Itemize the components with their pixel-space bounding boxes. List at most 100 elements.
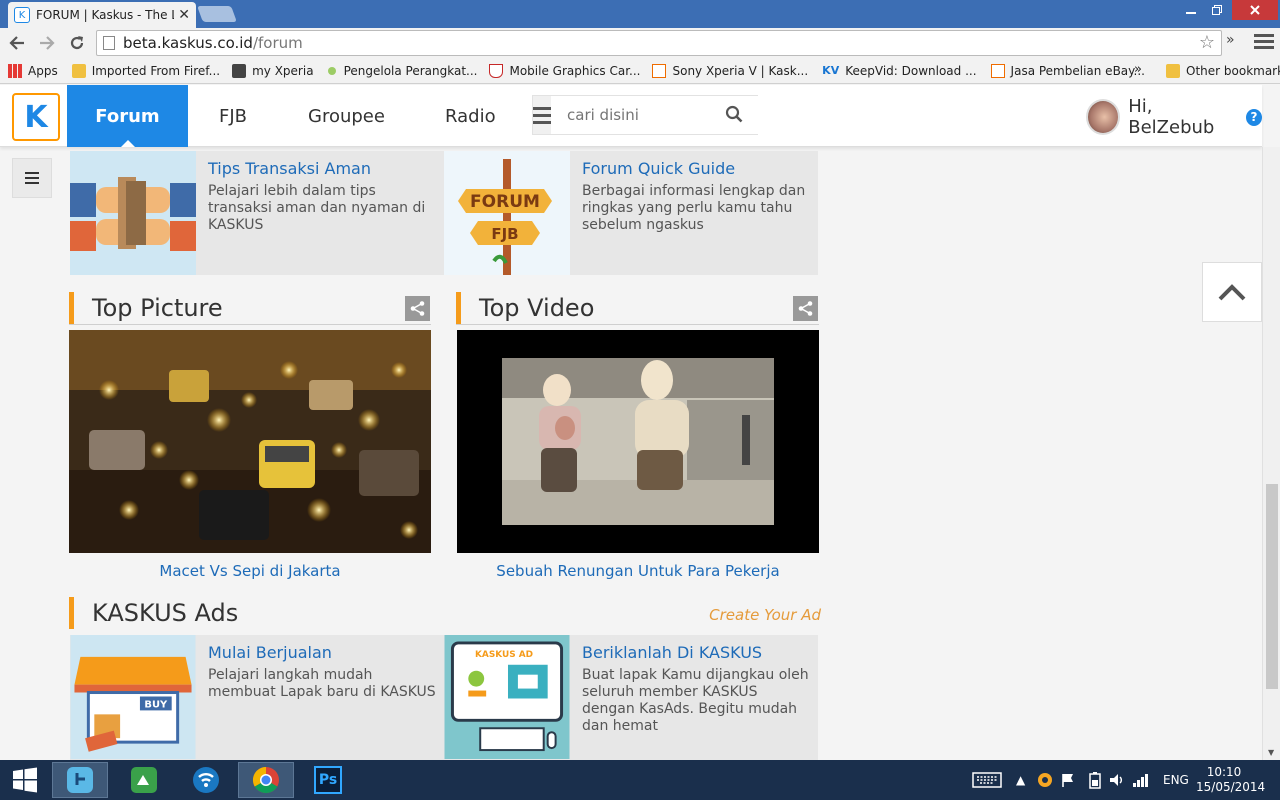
chrome-menu-icon[interactable]	[1254, 30, 1274, 52]
reload-button[interactable]	[64, 30, 90, 56]
bookmarks-overflow-button[interactable]: »	[1134, 62, 1142, 77]
card-title[interactable]: Forum Quick Guide	[582, 159, 735, 178]
scrollbar-thumb[interactable]	[1266, 484, 1278, 689]
share-glyph-icon	[798, 301, 813, 316]
bookmark-label: my Xperia	[252, 63, 314, 78]
tray-overflow-icon[interactable]: ▲	[1016, 760, 1025, 800]
section-bar	[69, 597, 74, 629]
card-beriklanlah[interactable]: KASKUS AD Beriklanlah Di KASKUS Buat lap…	[444, 635, 818, 760]
bookmark-jasa-ebay[interactable]: Jasa Pembelian eBay...	[990, 63, 1145, 78]
card-tips-transaksi[interactable]: Tips Transaksi Aman Pelajari lebih dalam…	[70, 151, 444, 275]
bookmark-imported[interactable]: Imported From Firef...	[71, 63, 220, 78]
close-window-button[interactable]	[1232, 0, 1278, 20]
battery-icon[interactable]	[1088, 760, 1102, 800]
keepvid-icon: KV	[822, 64, 840, 77]
taskbar-app-wireless[interactable]	[178, 762, 234, 798]
side-menu-button[interactable]	[12, 158, 52, 198]
bookmark-sony-xperia[interactable]: Sony Xperia V | Kask...	[652, 63, 808, 78]
flag-icon	[1062, 774, 1073, 787]
share-icon[interactable]	[405, 296, 430, 321]
bookmark-other[interactable]: Other bookmarks	[1166, 58, 1280, 84]
bookmark-keepvid[interactable]: KV KeepVid: Download ...	[822, 64, 976, 78]
extensions-overflow-button[interactable]: »	[1226, 32, 1235, 48]
share-glyph-icon	[410, 301, 425, 316]
card-mulai-berjualan[interactable]: BUY Mulai Berjualan Pelajari langkah mud…	[70, 635, 444, 760]
scroll-down-icon[interactable]: ▼	[1268, 748, 1274, 757]
nav-groupee[interactable]: Groupee	[308, 85, 385, 147]
system-clock[interactable]: 10:10 15/05/2014	[1196, 765, 1266, 795]
windows-logo-icon	[13, 767, 37, 793]
signal-bars-icon	[1133, 774, 1148, 787]
xperia-icon	[232, 63, 247, 78]
bookmark-mobile-graphics[interactable]: Mobile Graphics Car...	[489, 63, 641, 78]
chrome-icon	[252, 766, 279, 794]
create-your-ad-link[interactable]: Create Your Ad	[709, 606, 821, 624]
signpost-illustration: FORUM FJB	[444, 151, 570, 275]
page-icon	[103, 36, 115, 50]
bookmark-my-xperia[interactable]: my Xperia	[232, 63, 314, 78]
minimize-button[interactable]	[1178, 0, 1204, 20]
kaskus-icon	[652, 63, 667, 78]
bookmark-star-icon[interactable]: ☆	[1199, 32, 1215, 53]
forward-button[interactable]	[34, 30, 60, 56]
tab-title: FORUM | Kaskus - The Lar	[36, 8, 174, 22]
top-picture-image[interactable]	[69, 330, 431, 553]
new-tab-button[interactable]	[197, 6, 237, 22]
page-scrollbar[interactable]: ▼	[1262, 147, 1280, 760]
start-button[interactable]	[0, 762, 50, 798]
search-icon[interactable]	[725, 105, 743, 123]
nav-fjb[interactable]: FJB	[219, 85, 247, 147]
taskbar-touch-app[interactable]	[52, 762, 108, 798]
top-video-player[interactable]	[457, 330, 819, 553]
restore-button[interactable]	[1204, 0, 1230, 20]
arrow-right-icon	[40, 36, 55, 50]
back-button[interactable]	[4, 30, 30, 56]
browser-tab[interactable]: K FORUM | Kaskus - The Lar ✕	[8, 2, 196, 28]
site-header: K Forum FJB Groupee Radio Hi, BelZebub ?	[0, 85, 1262, 147]
taskbar-app-green[interactable]	[116, 762, 172, 798]
address-bar[interactable]: beta.kaskus.co.id/forum ☆	[96, 30, 1222, 56]
close-icon	[1250, 5, 1260, 15]
nav-radio[interactable]: Radio	[445, 85, 496, 147]
top-picture-caption[interactable]: Macet Vs Sepi di Jakarta	[69, 562, 431, 580]
section-bar	[69, 292, 74, 324]
taskbar-photoshop[interactable]: Ps	[300, 762, 356, 798]
keyboard-icon	[972, 772, 1002, 788]
section-title: Top Picture	[92, 293, 223, 322]
bookmark-label: Mobile Graphics Car...	[509, 63, 641, 78]
section-bar	[456, 292, 461, 324]
sign-forum-text: FORUM	[470, 192, 540, 212]
top-picture-header: Top Picture	[69, 291, 431, 325]
kaskus-ads-header: KASKUS Ads Create Your Ad	[69, 596, 821, 630]
card-forum-quick-guide[interactable]: FORUM FJB Forum Quick Guide Berbagai inf…	[444, 151, 818, 275]
keyboard-tray-icon[interactable]	[972, 760, 1002, 800]
top-video-caption[interactable]: Sebuah Renungan Untuk Para Pekerja	[457, 562, 819, 580]
card-title[interactable]: Beriklanlah Di KASKUS	[582, 643, 762, 662]
scroll-to-top-button[interactable]	[1202, 262, 1262, 322]
search-box	[532, 95, 761, 135]
speaker-icon	[1110, 774, 1122, 786]
share-icon[interactable]	[793, 296, 818, 321]
bookmark-apps[interactable]: Apps	[8, 63, 58, 78]
avatar[interactable]	[1086, 99, 1121, 135]
reload-icon	[70, 36, 84, 50]
search-menu-icon[interactable]	[533, 96, 551, 134]
user-menu[interactable]: Hi, BelZebub ?	[1086, 96, 1262, 138]
network-icon[interactable]	[1132, 760, 1150, 800]
user-greeting[interactable]: Hi, BelZebub	[1128, 96, 1238, 138]
card-title[interactable]: Tips Transaksi Aman	[208, 159, 371, 178]
action-center-icon[interactable]	[1060, 760, 1076, 800]
nav-forum[interactable]: Forum	[67, 85, 188, 147]
dot-icon	[327, 66, 336, 75]
tray-app-icon[interactable]	[1036, 760, 1054, 800]
card-title[interactable]: Mulai Berjualan	[208, 643, 332, 662]
taskbar-chrome[interactable]	[238, 762, 294, 798]
close-tab-icon[interactable]: ✕	[178, 7, 190, 23]
language-indicator[interactable]: ENG	[1163, 760, 1189, 800]
bookmark-label: Other bookmarks	[1186, 64, 1280, 78]
volume-icon[interactable]	[1108, 760, 1126, 800]
help-icon[interactable]: ?	[1245, 108, 1262, 126]
bookmark-pengelola[interactable]: Pengelola Perangkat...	[324, 64, 477, 78]
clock-date: 15/05/2014	[1196, 780, 1266, 794]
kaskus-logo[interactable]: K	[12, 93, 60, 141]
